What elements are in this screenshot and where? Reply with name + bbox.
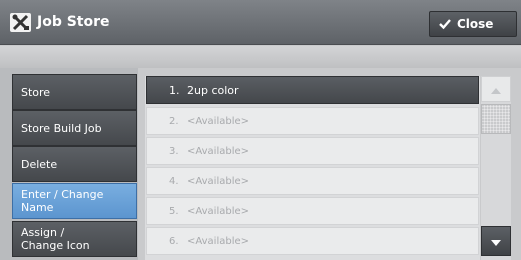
job-name: <Available> (187, 145, 250, 157)
sidebar-item-label: Enter / Change Name (21, 188, 104, 214)
scroll-down-button[interactable] (481, 226, 511, 256)
sidebar-item-label: Store (21, 85, 51, 99)
sidebar-item-store[interactable]: Store (12, 74, 137, 110)
job-name: <Available> (187, 175, 250, 187)
page-title: Job Store (37, 14, 110, 30)
sidebar-item-label: Delete (21, 157, 58, 171)
sidebar-item-enter-change-name[interactable]: Enter / Change Name (12, 183, 137, 219)
sidebar-item-store-build-job[interactable]: Store Build Job (12, 110, 137, 146)
sidebar-item-label: Assign / Change Icon (21, 226, 90, 252)
job-number: 1. (169, 83, 180, 97)
job-list-item[interactable]: 1. 2up color (146, 76, 479, 104)
job-name: <Available> (187, 235, 250, 247)
title-bar: Job Store Close (0, 0, 521, 45)
arrow-down-icon (490, 232, 502, 251)
job-number: 3. (169, 145, 179, 157)
job-list-item[interactable]: 4. <Available> (146, 167, 479, 195)
job-number: 5. (169, 205, 179, 217)
job-number: 2. (169, 115, 179, 127)
job-name: 2up color (187, 83, 239, 97)
job-store-tools-icon (10, 13, 31, 32)
checkmark-icon (438, 17, 452, 31)
sub-header-bar (0, 46, 521, 68)
job-list-item[interactable]: 6. <Available> (146, 227, 479, 255)
scroll-up-button[interactable] (481, 76, 511, 102)
scrollbar-thumb[interactable] (481, 104, 511, 134)
sidebar-item-label: Store Build Job (21, 121, 102, 135)
arrow-up-icon (490, 80, 502, 99)
sidebar-item-assign-change-icon[interactable]: Assign / Change Icon (12, 221, 137, 257)
close-button-label: Close (457, 17, 494, 31)
job-name: <Available> (187, 115, 250, 127)
sidebar-item-delete[interactable]: Delete (12, 146, 137, 182)
job-number: 4. (169, 175, 179, 187)
close-button[interactable]: Close (429, 11, 517, 37)
job-list-item[interactable]: 2. <Available> (146, 107, 479, 135)
job-name: <Available> (187, 205, 250, 217)
job-list-item[interactable]: 5. <Available> (146, 197, 479, 225)
job-number: 6. (169, 235, 179, 247)
job-list-item[interactable]: 3. <Available> (146, 137, 479, 165)
